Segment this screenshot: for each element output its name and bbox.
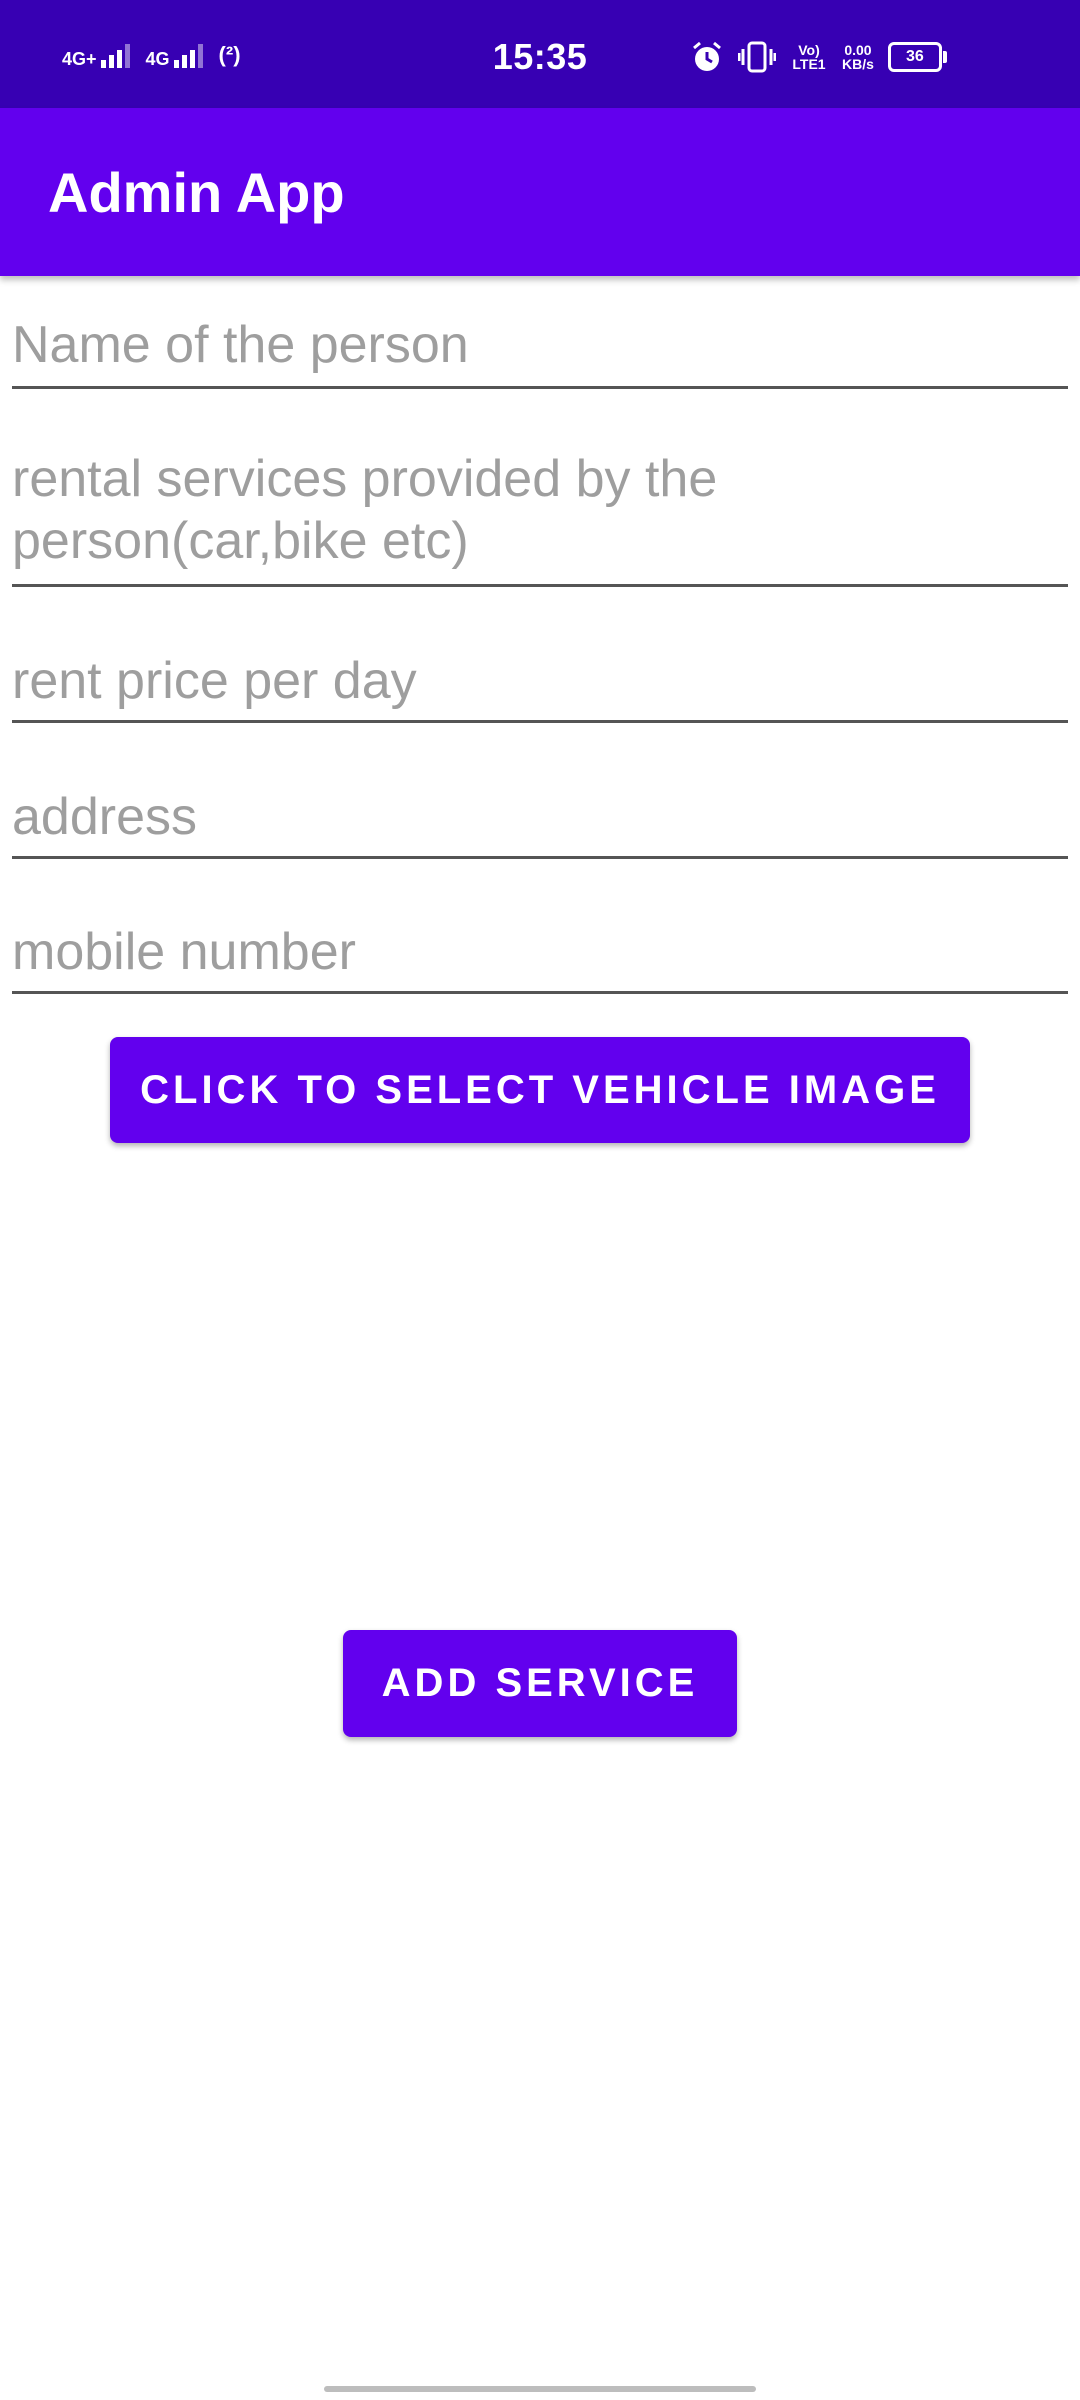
gesture-nav-handle[interactable] (324, 2386, 756, 2392)
address-placeholder: address (12, 788, 197, 846)
name-input[interactable]: Name of the person (12, 314, 1068, 389)
battery-icon: 36 (887, 42, 947, 72)
app-title: Admin App (48, 161, 345, 224)
battery-level: 36 (906, 48, 924, 65)
name-placeholder: Name of the person (12, 316, 469, 374)
status-right: Vo) LTE1 0.00 KB/s 36 (690, 40, 947, 74)
rental-placeholder-line2: person(car,bike etc) (12, 512, 469, 570)
add-service-button[interactable]: ADD SERVICE (343, 1630, 737, 1737)
select-vehicle-image-button[interactable]: CLICK TO SELECT VEHICLE IMAGE (110, 1037, 970, 1143)
app-bar: Admin App (0, 108, 1080, 276)
alarm-icon (693, 41, 721, 71)
status-bar: 4G+ 4G (²) 15:35 Vo) LTE1 0.00 KB/s 36 (0, 0, 1080, 108)
price-placeholder: rent price per day (12, 652, 417, 710)
mobile-placeholder: mobile number (12, 923, 356, 981)
mobile-number-input[interactable]: mobile number (12, 921, 1068, 994)
vibrate-icon (738, 41, 776, 73)
volte-indicator: Vo) LTE1 (792, 42, 826, 72)
network-speed: 0.00 KB/s (842, 43, 874, 71)
rental-services-input[interactable]: rental services provided by the person(c… (12, 448, 1068, 587)
address-input[interactable]: address (12, 786, 1068, 859)
rental-placeholder-line1: rental services provided by the (12, 450, 718, 508)
rent-price-input[interactable]: rent price per day (12, 650, 1068, 723)
speed-unit: KB/s (842, 56, 874, 72)
